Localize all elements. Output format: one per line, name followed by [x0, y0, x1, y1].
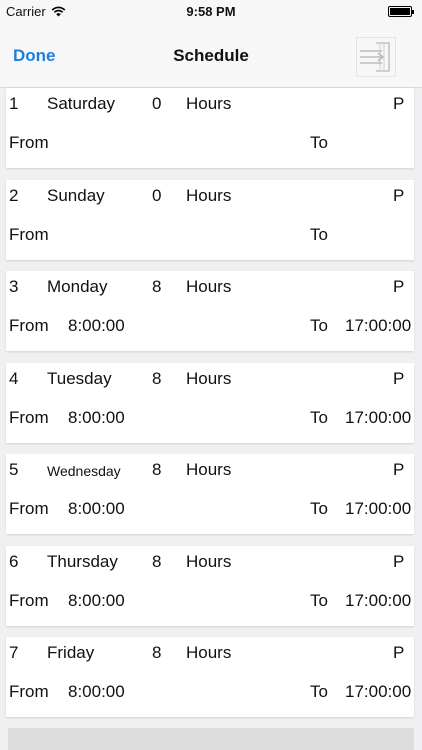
day-number: 3: [9, 277, 19, 296]
day-number: 4: [9, 369, 19, 388]
to-time: 17:00:00: [345, 499, 412, 518]
hours-label: Hours: [186, 643, 232, 662]
day-name: Thursday: [47, 552, 118, 571]
nav-bar: Done Schedule: [0, 22, 422, 88]
from-label: From: [9, 591, 49, 610]
day-number: 2: [9, 186, 19, 205]
day-row-friday[interactable]: 7 Friday 8 Hours P From 8:00:00 To 17:00:00: [6, 637, 414, 717]
day-number: 5: [9, 460, 19, 479]
to-label: To: [310, 591, 328, 610]
hours-label: Hours: [186, 94, 232, 113]
day-name: Friday: [47, 643, 95, 662]
day-row-saturday[interactable]: 1 Saturday 0 Hours P From To: [6, 88, 414, 168]
from-time: 8:00:00: [68, 682, 125, 701]
p-label: P: [393, 552, 405, 571]
hours-value: 8: [152, 460, 162, 479]
p-label: P: [393, 643, 405, 662]
day-row-tuesday[interactable]: 4 Tuesday 8 Hours P From 8:00:00 To 17:00:00: [6, 363, 414, 443]
day-row-monday[interactable]: 3 Monday 8 Hours P From 8:00:00 To 17:00:00: [6, 271, 414, 351]
day-name: Sunday: [47, 186, 105, 205]
from-label: From: [9, 408, 49, 427]
day-name: Tuesday: [47, 369, 112, 388]
to-label: To: [310, 682, 328, 701]
day-row-thursday[interactable]: 6 Thursday 8 Hours P From 8:00:00 To 17:00:00: [6, 546, 414, 626]
from-label: From: [9, 682, 49, 701]
day-number: 7: [9, 643, 19, 662]
from-label: From: [9, 499, 49, 518]
hours-value: 8: [152, 369, 162, 388]
to-label: To: [310, 499, 328, 518]
hours-value: 8: [152, 277, 162, 296]
day-number: 6: [9, 552, 19, 571]
to-label: To: [310, 408, 328, 427]
day-number: 1: [9, 94, 19, 113]
day-name: Saturday: [47, 94, 116, 113]
p-label: P: [393, 94, 405, 113]
from-label: From: [9, 133, 49, 152]
status-time: 9:58 PM: [186, 4, 236, 19]
to-time: 17:00:00: [345, 682, 412, 701]
hours-label: Hours: [186, 460, 232, 479]
hours-value: 8: [152, 552, 162, 571]
to-time: 17:00:00: [345, 591, 412, 610]
hours-label: Hours: [186, 277, 232, 296]
hours-value: 8: [152, 643, 162, 662]
status-bar: Carrier 9:58 PM: [0, 0, 422, 22]
p-label: P: [393, 186, 405, 205]
day-name: Wednesday: [47, 463, 121, 479]
p-label: P: [393, 460, 405, 479]
from-time: 8:00:00: [68, 408, 125, 427]
to-label: To: [310, 133, 328, 152]
from-time: 8:00:00: [68, 499, 125, 518]
from-label: From: [9, 225, 49, 244]
day-name: Monday: [47, 277, 108, 296]
import-icon[interactable]: [356, 37, 396, 77]
hours-label: Hours: [186, 552, 232, 571]
from-time: 8:00:00: [68, 316, 125, 335]
day-row-sunday[interactable]: 2 Sunday 0 Hours P From To: [6, 180, 414, 260]
battery-icon: [388, 6, 414, 17]
bottom-bar: [8, 728, 414, 750]
hours-value: 0: [152, 186, 162, 205]
p-label: P: [393, 277, 405, 296]
hours-label: Hours: [186, 186, 232, 205]
hours-value: 0: [152, 94, 162, 113]
to-label: To: [310, 225, 328, 244]
from-time: 8:00:00: [68, 591, 125, 610]
to-time: 17:00:00: [345, 408, 412, 427]
p-label: P: [393, 369, 405, 388]
to-label: To: [310, 316, 328, 335]
to-time: 17:00:00: [345, 316, 412, 335]
day-row-wednesday[interactable]: 5 Wednesday 8 Hours P From 8:00:00 To 17:00:00: [6, 454, 414, 534]
hours-label: Hours: [186, 369, 232, 388]
from-label: From: [9, 316, 49, 335]
